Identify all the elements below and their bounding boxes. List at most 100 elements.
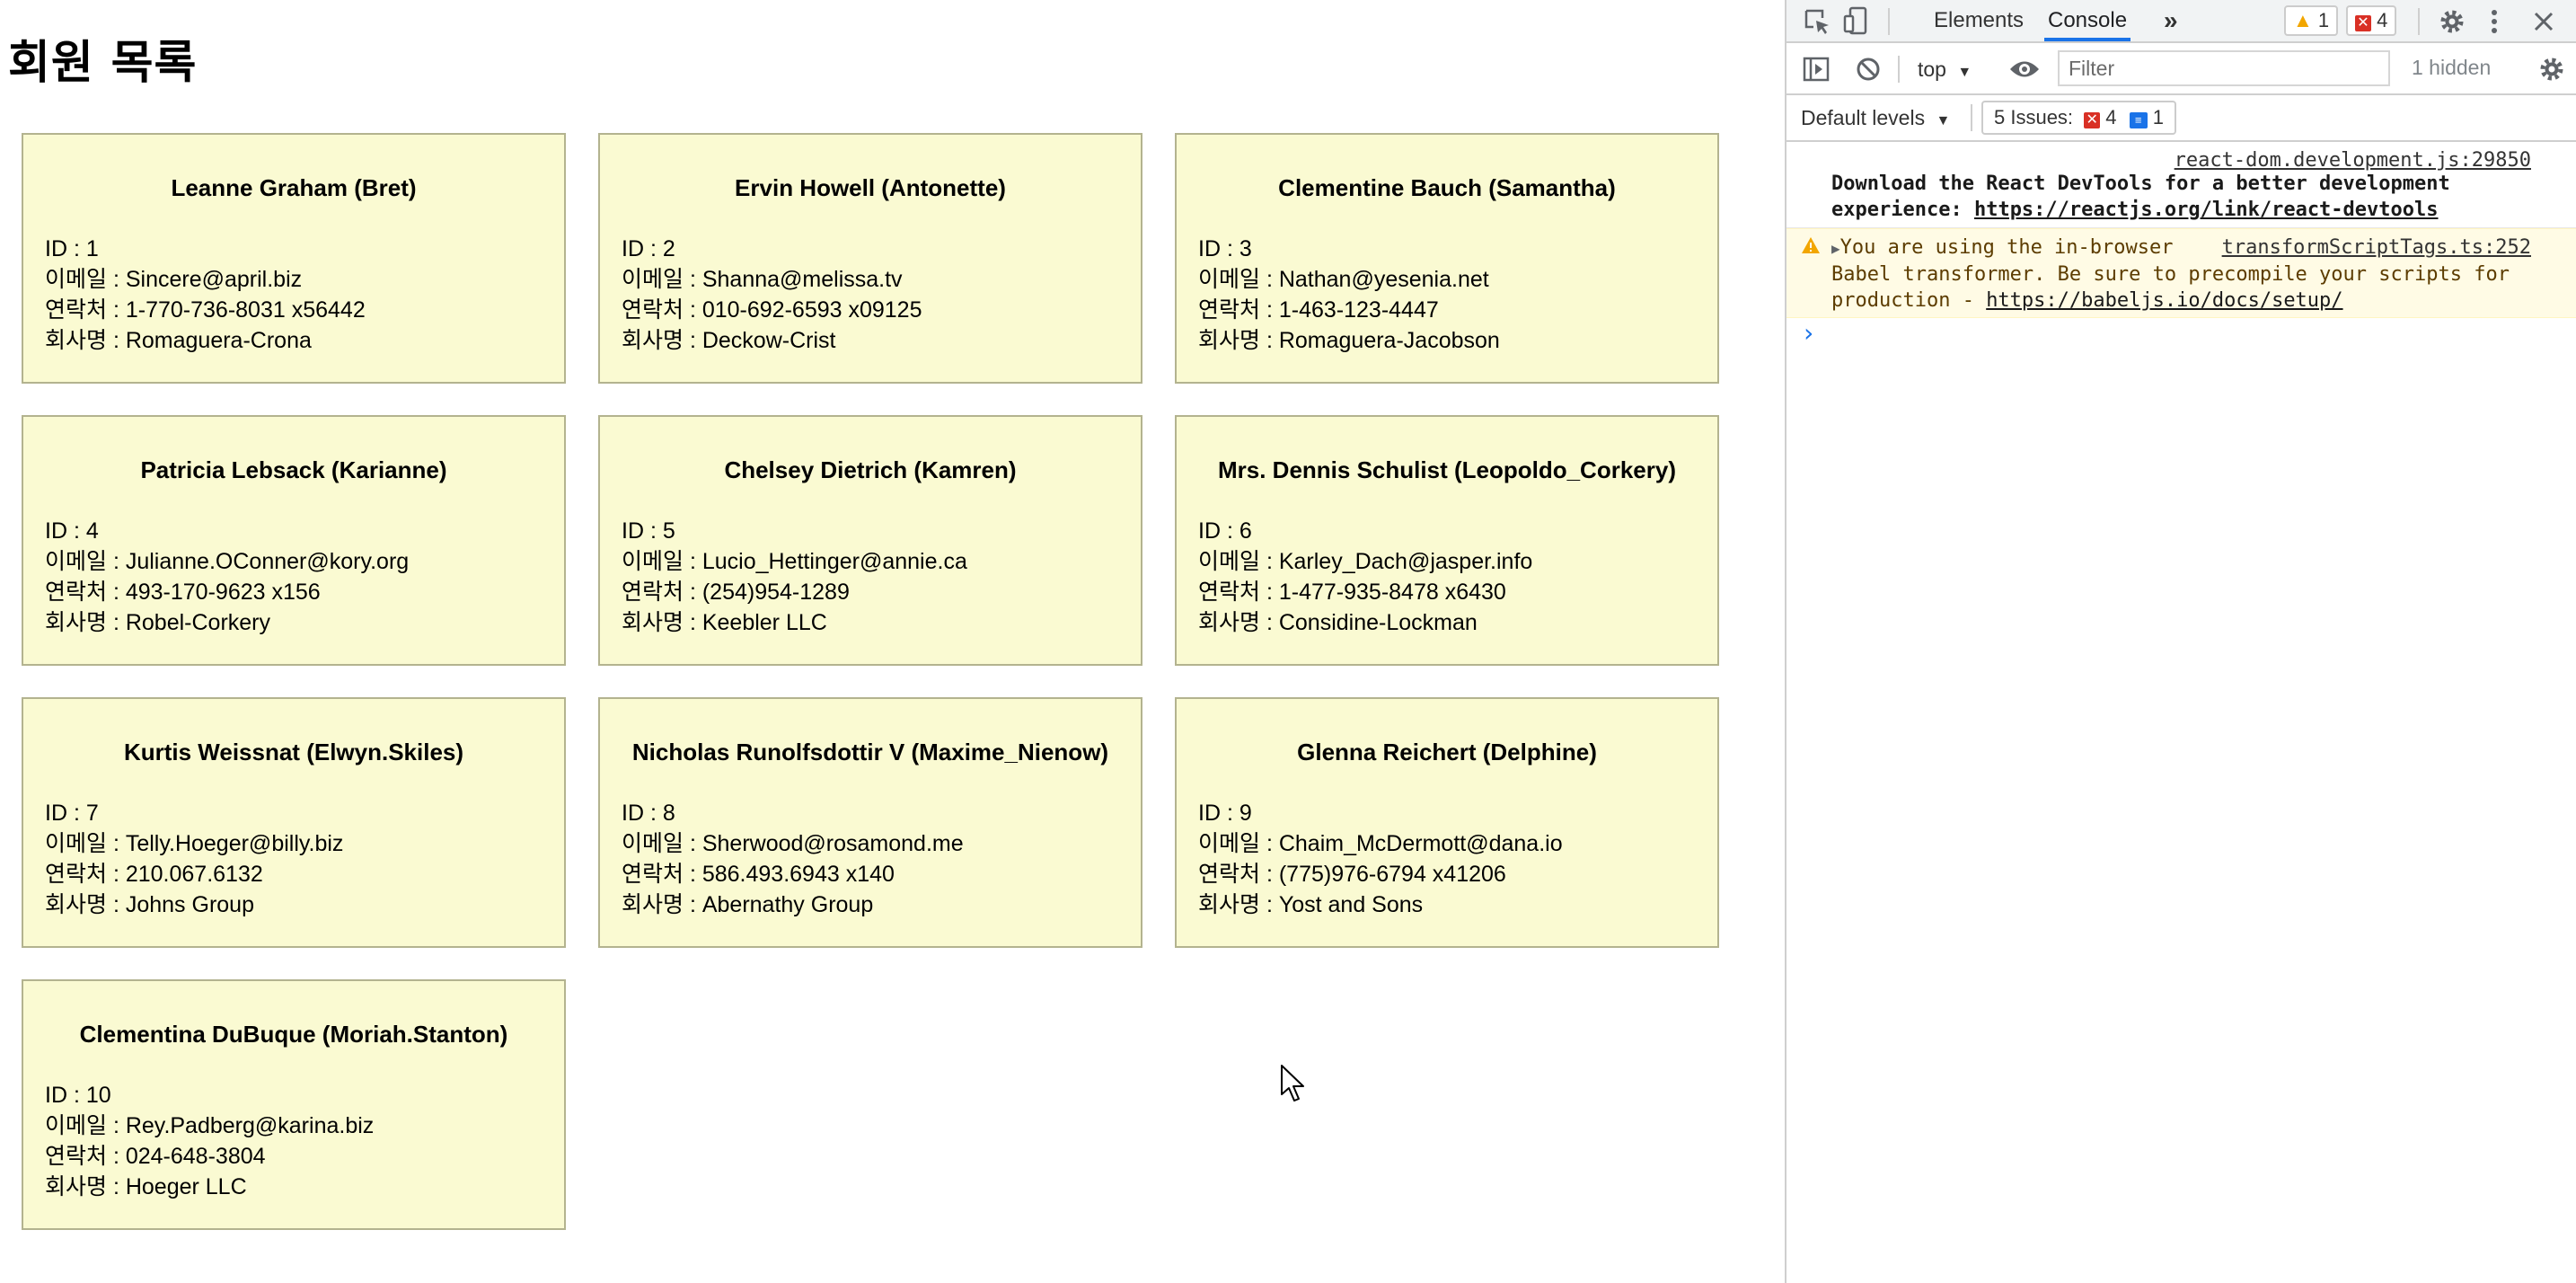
page-title: 회원 목록 <box>8 37 198 90</box>
issues-button[interactable]: 5 Issues: ✕ 4 ≡ 1 <box>1981 101 2177 135</box>
inspect-element-icon[interactable] <box>1803 7 1831 36</box>
clear-console-icon[interactable] <box>1855 56 1882 83</box>
member-id: ID : 9 <box>1198 801 1252 826</box>
separator <box>1971 104 1972 131</box>
member-name: Nicholas Runolfsdottir V (Maxime_Nienow) <box>631 739 1109 765</box>
member-name: Leanne Graham (Bret) <box>171 174 417 201</box>
warning-icon <box>1802 237 1820 253</box>
member-name: Kurtis Weissnat (Elwyn.Skiles) <box>123 739 464 765</box>
member-phone: 연락처 : 010-692-6593 x09125 <box>622 297 922 323</box>
member-email: 이메일 : Sincere@april.biz <box>45 267 303 292</box>
tab-elements[interactable]: Elements <box>1934 0 2024 41</box>
more-options-icon[interactable] <box>2487 7 2501 36</box>
member-card: Nicholas Runolfsdottir V (Maxime_Nienow)… <box>598 697 1142 948</box>
dropdown-arrow-icon: ▼ <box>1957 65 1972 80</box>
member-card: Mrs. Dennis Schulist (Leopoldo_Corkery) … <box>1175 415 1719 666</box>
message-text: You are using the in-browser <box>1839 236 2174 259</box>
tab-console[interactable]: Console <box>2044 0 2131 41</box>
devtools-link[interactable]: https://reactjs.org/link/react-devtools <box>1974 199 2439 221</box>
console-message-warning: transformScriptTags.ts:252 ▶You are usin… <box>1786 228 2576 318</box>
member-id: ID : 6 <box>1198 518 1252 544</box>
expand-arrow-icon[interactable]: ▶ <box>1831 240 1840 257</box>
member-id: ID : 2 <box>622 236 675 261</box>
member-id: ID : 5 <box>622 518 675 544</box>
hidden-count: 1 hidden <box>2412 56 2492 79</box>
console-message-log: react-dom.development.js:29850 Download … <box>1786 144 2576 228</box>
member-name: Patricia Lebsack (Karianne) <box>140 456 447 483</box>
source-link[interactable]: react-dom.development.js:29850 <box>2175 147 2531 173</box>
member-email: 이메일 : Julianne.OConner@kory.org <box>45 549 410 574</box>
console-prompt[interactable]: › <box>1801 318 1816 348</box>
devtools-tabbar: Elements Console » ▲ 1 ✕ 4 <box>1786 0 2576 43</box>
info-message-icon: ≡ <box>2129 112 2148 128</box>
member-id: ID : 7 <box>45 801 99 826</box>
member-name: Clementina DuBuque (Moriah.Stanton) <box>79 1021 508 1048</box>
member-email: 이메일 : Telly.Hoeger@billy.biz <box>45 831 344 856</box>
member-id: ID : 8 <box>622 801 675 826</box>
member-phone: 연락처 : 1-770-736-8031 x56442 <box>45 297 366 323</box>
console-settings-gear-icon[interactable] <box>2537 55 2566 84</box>
member-name: Chelsey Dietrich (Kamren) <box>724 456 1017 483</box>
member-company: 회사명 : Hoeger LLC <box>45 1174 247 1199</box>
context-selector[interactable]: top ▼ <box>1918 52 1972 86</box>
separator <box>1888 8 1890 35</box>
errors-badge[interactable]: ✕ 4 <box>2346 5 2397 36</box>
console-levels-bar: Default levels ▼ 5 Issues: ✕ 4 ≡ 1 <box>1786 95 2576 142</box>
member-company: 회사명 : Yost and Sons <box>1198 892 1424 917</box>
live-expression-eye-icon[interactable] <box>2008 58 2041 81</box>
member-phone: 연락처 : 493-170-9623 x156 <box>45 580 321 605</box>
error-icon: ✕ <box>2355 15 2371 31</box>
member-company: 회사명 : Keebler LLC <box>622 610 827 635</box>
member-name: Ervin Howell (Antonette) <box>735 174 1006 201</box>
member-phone: 연락처 : 586.493.6943 x140 <box>622 862 895 887</box>
member-email: 이메일 : Chaim_McDermott@dana.io <box>1198 831 1563 856</box>
warnings-badge[interactable]: ▲ 1 <box>2284 5 2339 36</box>
member-email: 이메일 : Lucio_Hettinger@annie.ca <box>622 549 967 574</box>
warning-icon: ▲ <box>2293 9 2313 31</box>
member-card: Kurtis Weissnat (Elwyn.Skiles) ID : 7 이메… <box>22 697 566 948</box>
member-card: Leanne Graham (Bret) ID : 1 이메일 : Sincer… <box>22 133 566 384</box>
mouse-cursor-icon <box>1281 1065 1304 1102</box>
member-company: 회사명 : Romaguera-Crona <box>45 328 312 353</box>
member-phone: 연락처 : 210.067.6132 <box>45 862 263 887</box>
member-phone: 연락처 : (775)976-6794 x41206 <box>1198 862 1506 887</box>
member-email: 이메일 : Rey.Padberg@karina.biz <box>45 1113 375 1138</box>
member-id: ID : 1 <box>45 236 99 261</box>
babel-docs-link[interactable]: https://babeljs.io/docs/setup/ <box>1986 289 2342 312</box>
show-sidebar-icon[interactable] <box>1803 56 1830 83</box>
member-company: 회사명 : Deckow-Crist <box>622 328 836 353</box>
message-text: production - <box>1831 289 1987 312</box>
devtools-panel: Elements Console » ▲ 1 ✕ 4 top ▼ Filter … <box>1785 0 2576 1283</box>
member-card: Ervin Howell (Antonette) ID : 2 이메일 : Sh… <box>598 133 1142 384</box>
more-tabs-button[interactable]: » <box>2164 0 2178 41</box>
member-name: Clementine Bauch (Samantha) <box>1278 174 1616 201</box>
close-devtools-icon[interactable] <box>2531 9 2556 34</box>
member-name: Mrs. Dennis Schulist (Leopoldo_Corkery) <box>1218 456 1676 483</box>
error-icon: ✕ <box>2084 112 2101 128</box>
separator <box>1898 56 1900 83</box>
message-text: Download the React DevTools for a better… <box>1831 173 2450 195</box>
member-id: ID : 3 <box>1198 236 1252 261</box>
settings-gear-icon[interactable] <box>2438 7 2466 36</box>
member-card: Clementina DuBuque (Moriah.Stanton) ID :… <box>22 979 566 1230</box>
message-text: Babel transformer. Be sure to precompile… <box>1831 263 2510 286</box>
dropdown-arrow-icon: ▼ <box>1936 113 1951 128</box>
member-card: Chelsey Dietrich (Kamren) ID : 5 이메일 : L… <box>598 415 1142 666</box>
member-name: Glenna Reichert (Delphine) <box>1297 739 1597 765</box>
member-email: 이메일 : Nathan@yesenia.net <box>1198 267 1489 292</box>
member-card: Clementine Bauch (Samantha) ID : 3 이메일 :… <box>1175 133 1719 384</box>
member-card: Glenna Reichert (Delphine) ID : 9 이메일 : … <box>1175 697 1719 948</box>
separator <box>2418 8 2420 35</box>
console-toolbar: top ▼ 1 hidden <box>1786 43 2576 95</box>
member-phone: 연락처 : 1-463-123-4447 <box>1198 297 1439 323</box>
member-id: ID : 10 <box>45 1083 111 1108</box>
page-content: 회원 목록 Leanne Graham (Bret) ID : 1 이메일 : … <box>0 0 1785 1283</box>
member-company: 회사명 : Johns Group <box>45 892 254 917</box>
member-email: 이메일 : Karley_Dach@jasper.info <box>1198 549 1533 574</box>
console-filter-input[interactable] <box>2058 50 2390 86</box>
log-levels-dropdown[interactable]: Default levels ▼ <box>1801 102 1950 133</box>
member-phone: 연락처 : (254)954-1289 <box>622 580 850 605</box>
message-text: experience: <box>1831 199 1974 221</box>
member-company: 회사명 : Abernathy Group <box>622 892 874 917</box>
device-toolbar-icon[interactable] <box>1842 6 1871 37</box>
